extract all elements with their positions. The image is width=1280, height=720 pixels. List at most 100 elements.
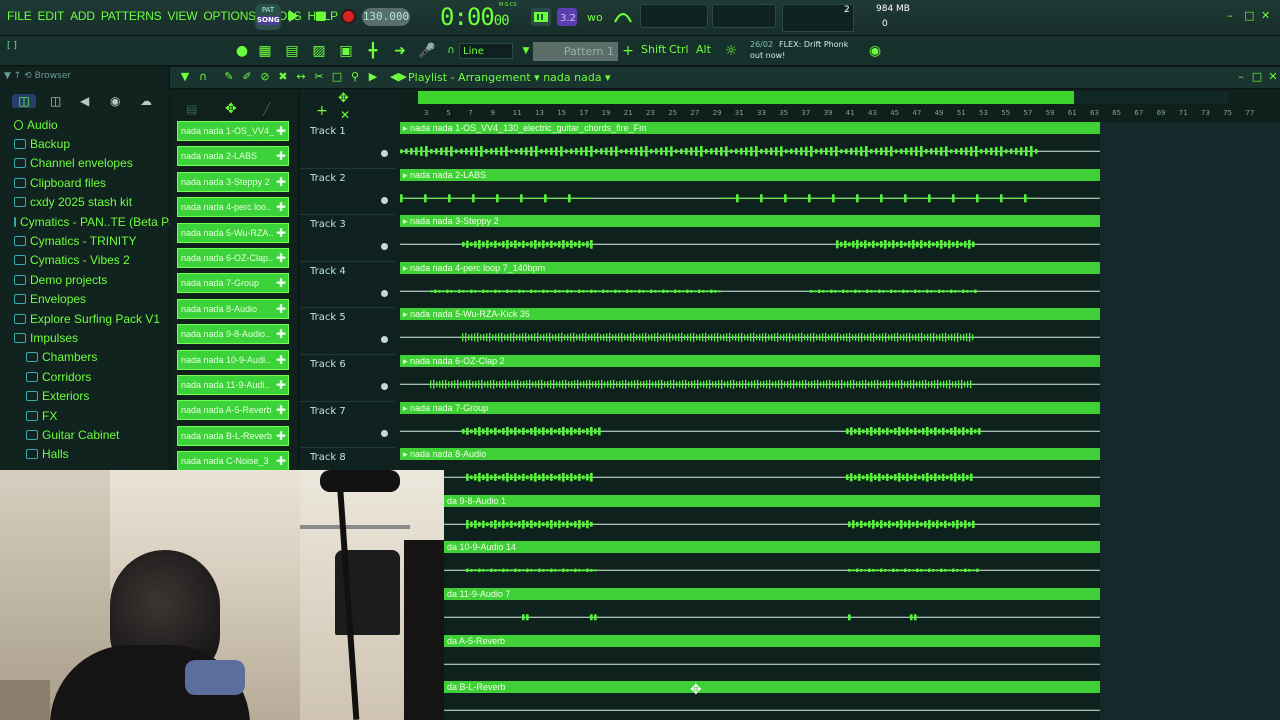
pattern-selector[interactable]: Pattern 1 [533, 42, 618, 61]
minimize-icon[interactable]: – [1234, 70, 1248, 84]
zoom-tool-icon[interactable]: ⚲ [348, 70, 362, 84]
add-clip-icon[interactable]: ✚ [276, 325, 286, 343]
track-header[interactable]: Track 3 [300, 215, 396, 262]
add-clip-icon[interactable]: ✚ [276, 198, 286, 216]
browser-item[interactable]: Demo projects [14, 270, 169, 289]
microphone-icon[interactable]: 🎤 [418, 43, 436, 59]
picker-item[interactable]: nada nada 3-Steppy 2 ✚ [177, 171, 289, 192]
menu-edit[interactable]: EDIT [35, 9, 68, 23]
add-clip-icon[interactable]: ✚ [276, 173, 286, 191]
browser-item[interactable]: Halls [14, 445, 169, 464]
picker-item[interactable]: nada nada 11-9-Audi.. ✚ [177, 374, 289, 395]
close-icon[interactable]: ✕ [1261, 10, 1272, 21]
alt-key[interactable]: Alt [696, 43, 711, 56]
audio-clip[interactable]: ▸ nada nada 6-OZ-Clap 2 [400, 355, 1100, 402]
track-mute-button[interactable] [381, 289, 388, 297]
lock-icon[interactable]: ● [233, 43, 251, 59]
track-mute-button[interactable] [381, 150, 388, 157]
menu-patterns[interactable]: PATTERNS [98, 9, 165, 23]
channel-rack-icon[interactable]: ▣ [337, 43, 355, 59]
arrangement-name[interactable]: nada nada [543, 71, 601, 84]
playback-tool-icon[interactable]: ▶ [366, 70, 380, 84]
maximize-icon[interactable]: □ [1250, 70, 1264, 84]
wave-icon[interactable] [613, 8, 633, 26]
track-header[interactable]: Track 4 [300, 262, 396, 309]
add-pattern-icon[interactable]: + [619, 43, 637, 59]
piano-roll-icon[interactable]: ▨ [310, 43, 328, 59]
add-clip-icon[interactable]: ✚ [276, 147, 286, 165]
paint-tool-icon[interactable]: ✐ [240, 70, 254, 84]
audio-clip[interactable]: ▸ nada nada 2-LABS [400, 168, 1100, 216]
audio-clip[interactable]: ▸ nada nada 8-Audio [400, 448, 1100, 495]
track-header[interactable]: Track 1 [300, 122, 396, 169]
browser-item[interactable]: Guitar Cabinet [14, 425, 169, 444]
browser-item[interactable]: Backup [14, 134, 169, 153]
track-header[interactable]: Track 2 [300, 169, 396, 216]
loop-record-icon[interactable]: wo [586, 8, 606, 26]
all-tab-icon[interactable]: ◫ [12, 94, 36, 108]
snap-select[interactable]: Line [459, 43, 513, 59]
maximize-icon[interactable]: □ [1244, 10, 1255, 21]
audio-clip[interactable]: da B-L-Reverb [444, 681, 1100, 720]
browser-item[interactable]: Corridors [14, 367, 169, 386]
audio-clip[interactable]: da 9-8-Audio 1 [444, 494, 1100, 542]
speaker-tab-icon[interactable]: ◀ [80, 94, 96, 108]
track-header[interactable]: Track 7 [300, 402, 396, 449]
audio-clip[interactable]: da 10-9-Audio 14 [444, 541, 1100, 588]
track-header[interactable]: Track 6 [300, 355, 396, 402]
track-mute-button[interactable] [381, 243, 388, 251]
magnet-icon[interactable]: ∩ [442, 43, 460, 59]
picker-item[interactable]: nada nada 4-perc loo.. ✚ [177, 197, 289, 218]
pat-song-toggle[interactable]: PAT SONG [255, 4, 281, 30]
snap-icon[interactable]: ▦ [256, 43, 274, 59]
close-icon[interactable]: ✕ [1266, 70, 1280, 84]
audio-clip[interactable]: ▸ nada nada 3-Steppy 2 [400, 215, 1100, 262]
browser-item[interactable]: Cymatics - Vibes 2 [14, 251, 169, 270]
picker-item[interactable]: nada nada 2-LABS ✚ [177, 146, 289, 167]
audio-clip[interactable]: da 11-9-Audio 7 [444, 588, 1100, 635]
add-clip-icon[interactable]: ✚ [276, 122, 286, 140]
audio-clip[interactable]: ▸ nada nada 1-OS_VV4_130_electric_guitar… [400, 122, 1100, 169]
metronome-icon[interactable] [531, 8, 551, 26]
track-mute-button[interactable] [381, 196, 388, 204]
add-clip-icon[interactable]: ✚ [276, 274, 286, 292]
browser-item[interactable]: Cymatics - PAN..TE (Beta Pack) [14, 212, 192, 231]
play-button[interactable] [289, 10, 298, 22]
picker-item[interactable]: nada nada 6-OZ-Clap.. ✚ [177, 247, 289, 268]
add-clip-icon[interactable]: ✚ [276, 351, 286, 369]
playlist-icon[interactable]: ▤ [283, 43, 301, 59]
browser-item[interactable]: Channel envelopes [14, 154, 169, 173]
plugin-tab-icon[interactable]: ◉ [110, 94, 126, 108]
news-icon[interactable]: ☼ [722, 43, 740, 59]
track-mute-button[interactable] [381, 336, 388, 344]
picker-item[interactable]: nada nada 10-9-Audi.. ✚ [177, 349, 289, 370]
add-clip-icon[interactable]: ✚ [276, 427, 286, 445]
menu-add[interactable]: ADD [67, 9, 98, 23]
timeline-ruler[interactable]: 3 5 7 9 11 13 15 17 19 21 23 25 27 29 31 33 35 37 39 41 43 45… [400, 89, 1280, 122]
horizontal-scrollbar[interactable] [418, 91, 1228, 104]
browser-item[interactable]: Clipboard files [14, 173, 169, 192]
step-edit-icon[interactable]: 3.2 [557, 8, 577, 26]
add-clip-icon[interactable]: ✚ [276, 401, 286, 419]
picker-item[interactable]: nada nada 8-Audio ✚ [177, 298, 289, 319]
picker-item[interactable]: nada nada 1-OS_VV4_ ✚ [177, 121, 289, 141]
mixer-icon[interactable]: ╋ [364, 43, 382, 59]
picker-item[interactable]: nada nada 7-Group ✚ [177, 273, 289, 294]
picker-item[interactable]: nada nada C-Noise_3 ✚ [177, 451, 289, 472]
audio-clip[interactable]: ▸ nada nada 7-Group [400, 401, 1100, 449]
picker-item[interactable]: nada nada 9-8-Audio.. ✚ [177, 324, 289, 345]
playlist-options-icon[interactable]: ▼ [178, 70, 192, 84]
file-tab-icon[interactable]: ◫ [50, 94, 66, 108]
slip-tool-icon[interactable]: ↔ [294, 70, 308, 84]
browser-item[interactable]: cxdy 2025 stash kit [14, 193, 169, 212]
browser-item[interactable]: Impulses [14, 328, 169, 347]
arrangement-area[interactable]: ▸ nada nada 1-OS_VV4_130_electric_guitar… [400, 122, 1280, 720]
news-title[interactable]: FLEX: Drift Phonk [779, 40, 848, 49]
audio-clip[interactable]: ▸ nada nada 4-perc loop 7_140bpm [400, 261, 1100, 309]
track-header[interactable]: Track 5 [300, 308, 396, 355]
picker-item[interactable]: nada nada A-5-Reverb ✚ [177, 400, 289, 421]
mute-tool-icon[interactable]: ✖ [276, 70, 290, 84]
news-text[interactable]: out now! [750, 51, 880, 60]
arrows-icon[interactable]: ◀▶ [390, 70, 407, 84]
menu-file[interactable]: FILE [4, 9, 35, 23]
